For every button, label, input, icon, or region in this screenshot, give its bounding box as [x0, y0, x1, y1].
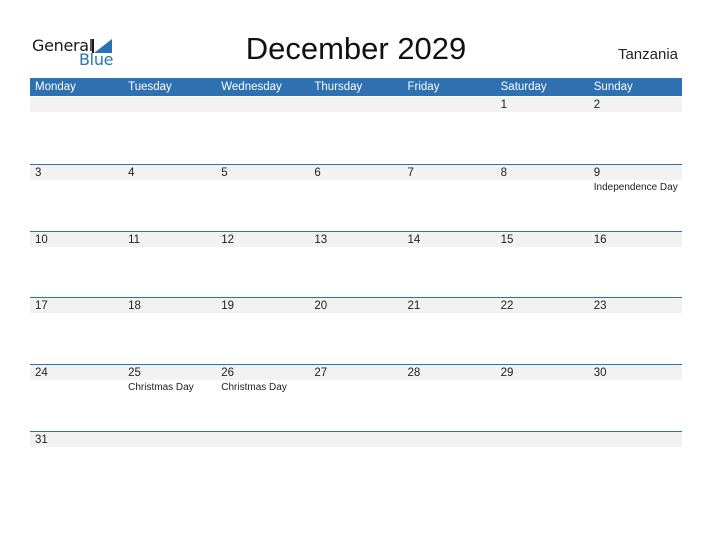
weekday-friday: Friday	[407, 81, 440, 93]
country-label: Tanzania	[617, 46, 678, 63]
weekday-monday: Monday	[35, 81, 76, 93]
day-number: 23	[593, 300, 607, 312]
day-number: 7	[407, 167, 414, 179]
day-number: 2	[593, 99, 601, 111]
day-number: 12	[221, 234, 235, 246]
day-number: 17	[35, 300, 48, 312]
day-cell	[496, 432, 589, 498]
day-cell: 12	[216, 232, 309, 298]
day-number: 22	[500, 300, 514, 312]
day-number: 25	[128, 367, 141, 379]
day-cell: 10	[30, 232, 123, 298]
day-cell: 13	[309, 232, 402, 298]
day-number: 21	[407, 300, 421, 312]
day-cell: 7	[403, 165, 496, 231]
weekday-saturday: Saturday	[500, 81, 547, 93]
day-cell: 24	[30, 365, 123, 431]
day-cell	[403, 97, 496, 163]
day-cell: 26 Christmas Day	[216, 365, 309, 431]
week-row: 31	[30, 431, 682, 498]
day-cell: 8	[496, 165, 589, 231]
day-cell: 25 Christmas Day	[123, 365, 216, 431]
day-number: 24	[35, 367, 48, 379]
day-number: 1	[500, 99, 508, 111]
holiday-label: Independence Day	[593, 182, 678, 193]
day-cell: 16	[589, 232, 682, 298]
day-number: 3	[35, 167, 42, 179]
day-cell: 14	[403, 232, 496, 298]
day-number: 11	[128, 234, 141, 246]
day-number: 30	[593, 367, 607, 379]
holiday-label: Christmas Day	[128, 382, 194, 393]
day-number: 5	[221, 167, 228, 179]
day-number: 6	[314, 167, 321, 179]
weekday-sunday: Sunday	[593, 81, 633, 93]
day-number: 29	[500, 367, 514, 379]
day-cell: 27	[309, 365, 402, 431]
day-cell: 11	[123, 232, 216, 298]
week-row: 10 11 12 13 14 15 16	[30, 231, 682, 298]
day-cell: 1	[496, 97, 589, 163]
day-number: 10	[35, 234, 48, 246]
day-number: 4	[128, 167, 135, 179]
holiday-label: Christmas Day	[221, 382, 287, 393]
day-cell: 9 Independence Day	[589, 165, 682, 231]
week-row: 12	[30, 97, 682, 163]
day-cell: 20	[309, 298, 402, 364]
day-cell: 15	[496, 232, 589, 298]
day-cell: 5	[216, 165, 309, 231]
day-number: 13	[314, 234, 328, 246]
day-number: 20	[314, 300, 328, 312]
weekday-tuesday: Tuesday	[128, 81, 172, 93]
day-cell: 31	[30, 432, 123, 498]
day-cell: 19	[216, 298, 309, 364]
day-number: 14	[407, 234, 421, 246]
weekday-thursday: Thursday	[314, 81, 363, 93]
day-cell	[309, 97, 402, 163]
day-number: 26	[221, 367, 235, 379]
day-cell: 17	[30, 298, 123, 364]
day-number: 28	[407, 367, 421, 379]
day-cell: 3	[30, 165, 123, 231]
day-number: 31	[35, 434, 48, 446]
day-cell: 21	[403, 298, 496, 364]
day-number: 18	[128, 300, 141, 312]
day-cell: 18	[123, 298, 216, 364]
day-number: 27	[314, 367, 328, 379]
day-cell	[123, 97, 216, 163]
day-cell	[123, 432, 216, 498]
day-number: 19	[221, 300, 235, 312]
day-cell: 4	[123, 165, 216, 231]
day-cell	[309, 432, 402, 498]
day-cell: 30	[589, 365, 682, 431]
day-cell: 2	[589, 97, 682, 163]
day-number: 16	[593, 234, 607, 246]
day-cell	[30, 97, 123, 163]
week-row: 24 25 Christmas Day 26 Christmas Day 27 28 29 30	[30, 364, 682, 431]
weekday-wednesday: Wednesday	[221, 81, 282, 93]
day-cell: 6	[309, 165, 402, 231]
day-cell	[403, 432, 496, 498]
day-cell	[216, 432, 309, 498]
day-cell: 22	[496, 298, 589, 364]
day-cell: 23	[589, 298, 682, 364]
day-cell	[216, 97, 309, 163]
day-number: 9	[593, 167, 601, 179]
day-cell: 28	[403, 365, 496, 431]
day-number: 15	[500, 234, 514, 246]
day-number: 8	[500, 167, 508, 179]
page-title: December 2029	[245, 31, 467, 66]
week-row: 3 4 5 6 7 8 9 Independence Day	[30, 164, 682, 231]
day-cell	[589, 432, 682, 498]
weekday-header: Monday Tuesday Wednesday Thursday Friday…	[30, 78, 682, 96]
day-cell: 29	[496, 365, 589, 431]
week-row: 17 18 19 20 21 22 23	[30, 297, 682, 364]
